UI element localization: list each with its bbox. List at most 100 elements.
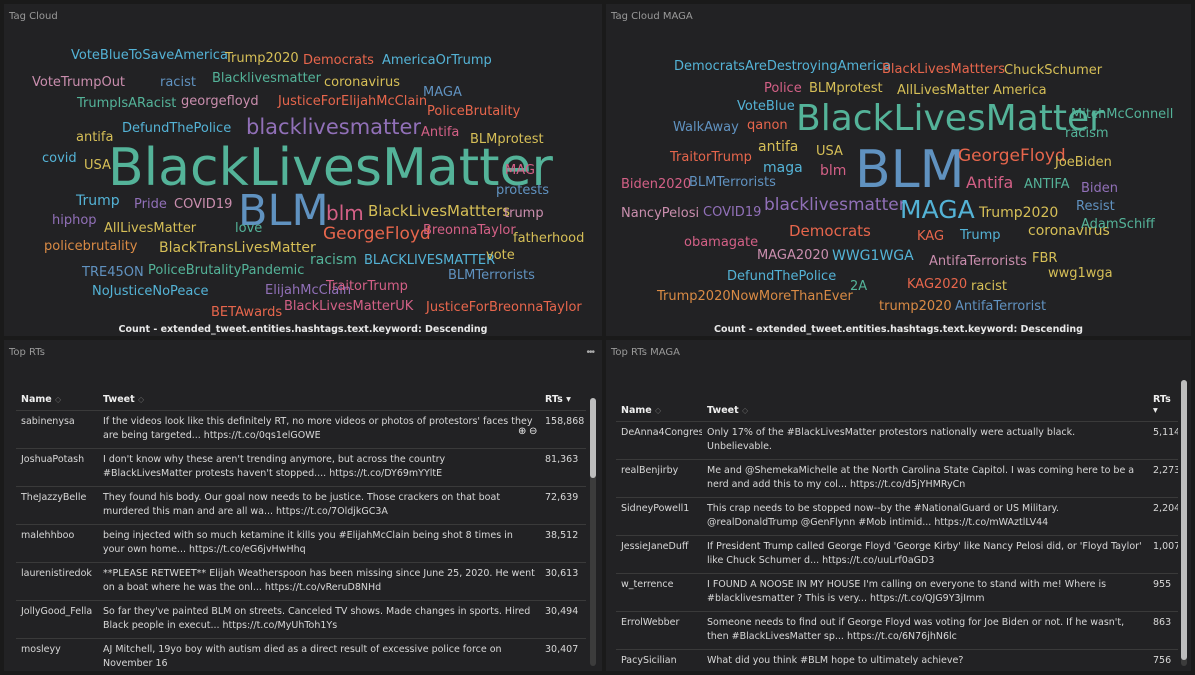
cloud-word[interactable]: Trump2020 <box>979 206 1058 220</box>
cloud-word[interactable]: vote <box>486 249 515 262</box>
table-row[interactable]: malehhboo being injected with so much ket… <box>16 524 586 563</box>
cloud-word[interactable]: covid <box>42 152 77 165</box>
cloud-word[interactable]: VoteTrumpOut <box>32 76 125 89</box>
cloud-word[interactable]: Democrats <box>303 54 374 67</box>
sort-icon[interactable]: ◇ <box>55 395 61 404</box>
cloud-word[interactable]: AmericaOrTrump <box>382 54 492 67</box>
cloud-word[interactable]: TraitorTrump <box>326 280 408 293</box>
cloud-word[interactable]: MitchMcConnell <box>1071 108 1173 121</box>
cloud-word[interactable]: COVID19 <box>174 198 232 211</box>
zoom-in-icon[interactable]: ⊕ <box>518 426 526 437</box>
cloud-word[interactable]: TrumpIsARacist <box>77 97 176 110</box>
cloud-word[interactable]: coronavirus <box>324 76 400 89</box>
cloud-word[interactable]: trump2020 <box>879 300 952 313</box>
cloud-word[interactable]: BLMTerrorists <box>689 176 776 189</box>
cloud-word[interactable]: FBR <box>1032 252 1057 265</box>
cloud-word[interactable]: BlackTransLivesMatter <box>159 241 316 255</box>
table-row[interactable]: w_terrence I FOUND A NOOSE IN MY HOUSE I'… <box>616 573 1178 612</box>
sort-icon[interactable]: ◇ <box>655 406 661 415</box>
table-row[interactable]: sabinenysa If the videos look like this d… <box>16 410 586 449</box>
table-row[interactable]: JollyGood_Fella So far they've painted BL… <box>16 600 586 639</box>
column-header-rts[interactable]: RTs ▾ <box>1148 390 1178 422</box>
cloud-word[interactable]: BreonnaTaylor <box>423 224 516 237</box>
cloud-word[interactable]: ANTIFA <box>1024 178 1070 191</box>
cloud-word[interactable]: blacklivesmatter <box>764 197 906 214</box>
cloud-word[interactable]: BlackLivesMattters <box>368 204 510 219</box>
table-row[interactable]: mosleyy AJ Mitchell, 19yo boy with autism… <box>16 638 586 671</box>
cloud-word[interactable]: BETAwards <box>211 306 282 319</box>
cloud-word[interactable]: wwg1wga <box>1048 267 1113 280</box>
table-row[interactable]: realBenjirby Me and @ShemekaMichelle at t… <box>616 459 1178 498</box>
cloud-word[interactable]: AntifaTerrorist <box>955 300 1046 313</box>
cloud-word[interactable]: Biden2020 <box>621 178 691 191</box>
table-row[interactable]: TheJazzyBelle They found his body. Our go… <box>16 486 586 525</box>
cloud-word[interactable]: TRE45ON <box>82 266 144 279</box>
cloud-word[interactable]: policebrutality <box>44 240 138 253</box>
cloud-word[interactable]: JoeBiden <box>1055 156 1112 169</box>
table-row[interactable]: JessieJaneDuff If President Trump called … <box>616 535 1178 574</box>
scrollbar-thumb[interactable] <box>590 398 596 478</box>
cloud-word[interactable]: racism <box>310 253 357 267</box>
cloud-word[interactable]: BlackLivesMatterUK <box>284 300 413 313</box>
cloud-word[interactable]: blm <box>820 164 846 178</box>
cloud-word[interactable]: obamagate <box>684 236 758 249</box>
cloud-word[interactable]: Antifa <box>966 175 1013 191</box>
cloud-word[interactable]: PoliceBrutality <box>427 105 520 118</box>
cloud-word[interactable]: racist <box>160 76 196 89</box>
cloud-word[interactable]: COVID19 <box>703 206 761 219</box>
cloud-word[interactable]: MAGA <box>423 86 462 99</box>
cloud-word[interactable]: AllLivesMatter <box>104 222 196 235</box>
sort-icon[interactable]: ◇ <box>742 406 748 415</box>
cloud-word[interactable]: hiphop <box>52 214 97 227</box>
table-row[interactable]: PacySicilian What did you think #BLM hope… <box>616 649 1178 671</box>
table-row[interactable]: laurenistiredok **PLEASE RETWEET** Elijah… <box>16 562 586 601</box>
cloud-word[interactable]: Trump2020 <box>225 52 299 65</box>
column-header-rts[interactable]: RTs ▾ <box>540 390 586 411</box>
cloud-word[interactable]: Pride <box>134 198 167 211</box>
sort-desc-icon[interactable]: ▾ <box>1153 405 1158 416</box>
cloud-word[interactable]: georgefloyd <box>181 95 259 108</box>
cloud-word[interactable]: Police <box>764 82 802 95</box>
cloud-word[interactable]: BlackLivesMatter <box>108 142 553 194</box>
cloud-word[interactable]: Biden <box>1081 182 1118 195</box>
cloud-word[interactable]: DefundThePolice <box>727 270 836 283</box>
cloud-word[interactable]: GeorgeFloyd <box>323 226 431 243</box>
cloud-word[interactable]: BLMTerrorists <box>448 269 535 282</box>
cloud-word[interactable]: BLM <box>855 144 965 196</box>
cloud-word[interactable]: BLMprotest <box>809 82 883 95</box>
column-header-name[interactable]: Name ◇ <box>616 390 702 422</box>
cloud-word[interactable]: USA <box>84 159 111 172</box>
column-header-name[interactable]: Name ◇ <box>16 390 98 411</box>
cloud-word[interactable]: Democrats <box>789 224 871 239</box>
cloud-word[interactable]: Trump <box>76 194 120 208</box>
cloud-word[interactable]: Trump2020NowMoreThanEver <box>657 290 853 303</box>
cloud-word[interactable]: protests <box>496 184 549 197</box>
cloud-word[interactable]: MAG <box>505 164 535 177</box>
scrollbar-track[interactable] <box>1181 380 1187 666</box>
scrollbar-track[interactable] <box>590 398 596 666</box>
cloud-word[interactable]: KAG <box>917 230 944 243</box>
column-header-tweet[interactable]: Tweet ◇ <box>702 390 1148 422</box>
cloud-word[interactable]: BlackLivesMattters <box>882 63 1005 76</box>
cloud-word[interactable]: Trump <box>960 229 1001 242</box>
table-row[interactable]: JoshuaPotash I don't know why these aren'… <box>16 448 586 487</box>
cloud-word[interactable]: maga <box>763 161 803 175</box>
cloud-word[interactable]: qanon <box>747 119 788 132</box>
column-header-tweet[interactable]: Tweet ◇ <box>98 390 540 411</box>
table-row[interactable]: ErrolWebber Someone needs to find out if … <box>616 611 1178 650</box>
scrollbar-thumb[interactable] <box>1181 380 1187 660</box>
cloud-word[interactable]: 2A <box>850 280 867 293</box>
cloud-word[interactable]: USA <box>816 145 843 158</box>
cloud-word[interactable]: trump <box>504 207 544 220</box>
cloud-word[interactable]: America <box>993 84 1047 97</box>
cloud-word[interactable]: ChuckSchumer <box>1004 64 1102 77</box>
table-row[interactable]: SidneyPowell1 This crap needs to be stopp… <box>616 497 1178 536</box>
cloud-word[interactable]: WWG1WGA <box>832 249 914 263</box>
cloud-word[interactable]: JusticeForBreonnaTaylor <box>426 301 582 314</box>
cloud-word[interactable]: fatherhood <box>513 232 584 245</box>
cloud-word[interactable]: racist <box>971 280 1007 293</box>
cloud-word[interactable]: blacklivesmatter <box>246 117 421 138</box>
cloud-word[interactable]: blm <box>326 203 364 223</box>
cloud-word[interactable]: AdamSchiff <box>1081 218 1155 231</box>
cloud-word[interactable]: WalkAway <box>673 121 739 134</box>
